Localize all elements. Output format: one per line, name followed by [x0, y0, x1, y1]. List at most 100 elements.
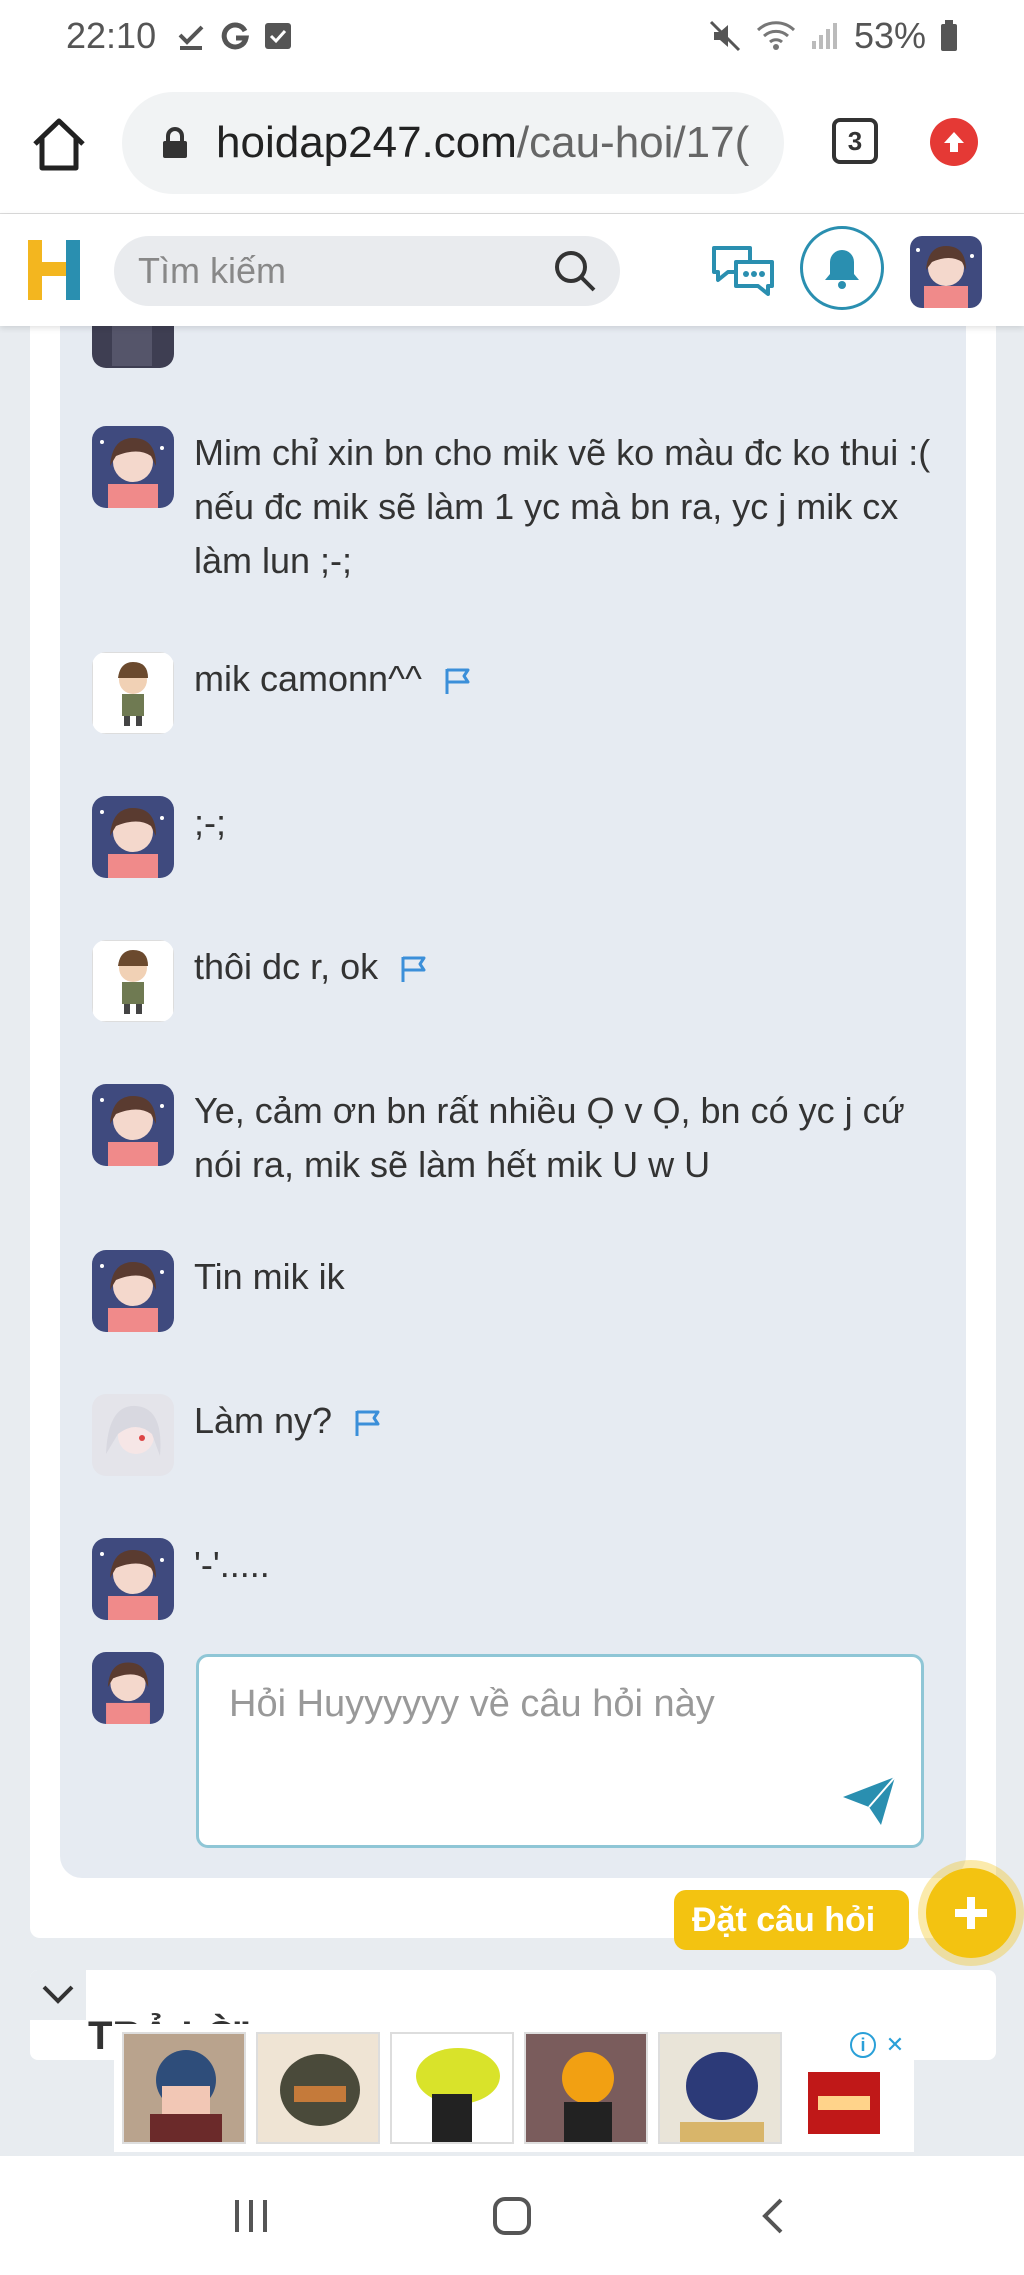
- avatar[interactable]: [92, 1394, 174, 1476]
- home-square-icon: [492, 2196, 531, 2235]
- logo-h-icon: [28, 240, 80, 300]
- search-bar[interactable]: Tìm kiếm: [114, 236, 620, 306]
- my-avatar: [92, 1652, 164, 1724]
- avatar[interactable]: [92, 652, 174, 734]
- g-icon: [221, 22, 250, 50]
- home-nav-button[interactable]: [482, 2186, 542, 2246]
- search-input[interactable]: Tìm kiếm: [138, 250, 552, 292]
- plus-icon: [955, 1897, 987, 1929]
- avatar[interactable]: [92, 1538, 174, 1620]
- ad-helmet-image: [526, 2034, 646, 2142]
- url-text: hoidap247.com/cau-hoi/17(: [216, 118, 749, 168]
- recent-apps-icon: [234, 2199, 267, 2232]
- avatar[interactable]: [92, 1084, 174, 1166]
- send-icon[interactable]: [841, 1775, 897, 1827]
- mute-icon: [709, 20, 740, 52]
- avatar-chibi-boy-icon: [92, 940, 174, 1022]
- chevron-down-icon: [42, 1985, 74, 2004]
- recent-apps-button[interactable]: [221, 2186, 281, 2246]
- ad-thumb[interactable]: [658, 2032, 782, 2144]
- avatar-anime-girl-icon: [92, 1538, 174, 1620]
- reply-placeholder: Hỏi Huyyyyyy về câu hỏi này: [229, 1683, 715, 1725]
- ad-helmet-image: [392, 2034, 512, 2142]
- url-host: hoidap247.com: [216, 118, 517, 167]
- back-icon: [762, 2198, 783, 2233]
- close-icon[interactable]: ✕: [882, 2032, 908, 2058]
- user-avatar[interactable]: [910, 236, 982, 308]
- ad-thumb[interactable]: [390, 2032, 514, 2144]
- comment-item: Tin mik ik: [92, 1250, 345, 1332]
- ad-thumb[interactable]: [122, 2032, 246, 2144]
- ad-helmet-image: [124, 2034, 244, 2142]
- battery-icon: [941, 20, 957, 51]
- comment-item-cut: [92, 326, 174, 368]
- reply-input[interactable]: Hỏi Huyyyyyy về câu hỏi này: [196, 1654, 924, 1848]
- comment-item: thôi dc r, ok: [92, 940, 428, 1022]
- ask-question-label[interactable]: Đặt câu hỏi: [674, 1890, 910, 1950]
- ad-choices[interactable]: i ✕: [850, 2032, 908, 2058]
- status-left-icons: [176, 21, 292, 51]
- ad-thumb[interactable]: [256, 2032, 380, 2144]
- avatar-anime-girl-icon: [92, 1652, 164, 1724]
- ad-banner[interactable]: i ✕: [114, 2024, 914, 2152]
- report-flag-icon[interactable]: [442, 666, 472, 696]
- avatar[interactable]: [92, 940, 174, 1022]
- comment-item: mik camonn^^: [92, 652, 472, 734]
- search-icon[interactable]: [552, 248, 598, 294]
- comment-item: ;-;: [92, 796, 226, 878]
- tab-switcher-button[interactable]: 3: [832, 118, 878, 164]
- url-path: /cau-hoi/17(: [516, 118, 750, 167]
- report-flag-icon[interactable]: [398, 954, 428, 984]
- status-bar: 22:10 53%: [0, 0, 1024, 72]
- browser-toolbar: hoidap247.com/cau-hoi/17( 3: [0, 72, 1024, 214]
- avatar-anime-girl-icon: [92, 796, 174, 878]
- comment-item: Làm ny?: [92, 1394, 382, 1476]
- hoidap247-logo[interactable]: [26, 236, 86, 304]
- comment-text-wrap: mik camonn^^: [194, 652, 472, 706]
- home-button[interactable]: [30, 116, 88, 172]
- collapse-button[interactable]: [30, 1970, 86, 2020]
- avatar[interactable]: [92, 1250, 174, 1332]
- status-time: 22:10: [66, 15, 157, 56]
- signal-icon: [811, 23, 837, 49]
- ad-thumb[interactable]: [524, 2032, 648, 2144]
- address-bar[interactable]: hoidap247.com/cau-hoi/17(: [122, 92, 784, 194]
- notifications-button[interactable]: [800, 226, 884, 310]
- back-button[interactable]: [743, 2186, 803, 2246]
- avatar-white-hair-icon: [92, 1394, 174, 1476]
- ad-helmet-image: [258, 2034, 378, 2142]
- ad-helmet-image: [660, 2034, 780, 2142]
- avatar-anime-girl-icon: [92, 1250, 174, 1332]
- wifi-icon: [756, 21, 795, 50]
- comment-item: Mim chỉ xin bn cho mik vẽ ko màu đc ko t…: [92, 426, 934, 588]
- comment-item: Ye, cảm ơn bn rất nhiều Ọ v Ọ, bn có yc …: [92, 1084, 934, 1192]
- avatar-anime-girl-icon: [92, 1084, 174, 1166]
- messages-button[interactable]: [710, 242, 776, 300]
- bell-icon: [825, 250, 859, 289]
- avatar-anime-girl-icon: [910, 236, 982, 308]
- comment-text-wrap: thôi dc r, ok: [194, 940, 428, 994]
- reply-avatar-row: [92, 1652, 164, 1724]
- avatar[interactable]: [92, 426, 174, 508]
- battery-percent: 53%: [853, 15, 926, 56]
- comment-text: Làm ny?: [194, 1400, 333, 1441]
- system-nav-bar: [0, 2156, 1024, 2275]
- comment-text: mik camonn^^: [194, 658, 422, 699]
- ask-question-button[interactable]: [926, 1868, 1016, 1958]
- info-icon[interactable]: i: [850, 2032, 876, 2058]
- chat-icon: [712, 246, 774, 296]
- checkbox-icon: [265, 23, 292, 49]
- avatar[interactable]: [92, 796, 174, 878]
- home-icon: [33, 118, 85, 171]
- arrow-up-icon: [944, 132, 964, 152]
- comment-text: thôi dc r, ok: [194, 946, 379, 987]
- comment-text: Ye, cảm ơn bn rất nhiều Ọ v Ọ, bn có yc …: [194, 1090, 905, 1185]
- comment-text: '-'.....: [194, 1544, 270, 1585]
- comment-text: ;-;: [194, 802, 226, 843]
- comment-text: Tin mik ik: [194, 1256, 345, 1297]
- avatar-chibi-boy-icon: [92, 652, 174, 734]
- avatar-anime-girl-icon: [92, 426, 174, 508]
- comment-text: Mim chỉ xin bn cho mik vẽ ko màu đc ko t…: [194, 432, 931, 581]
- update-button[interactable]: [930, 118, 978, 166]
- report-flag-icon[interactable]: [352, 1408, 382, 1438]
